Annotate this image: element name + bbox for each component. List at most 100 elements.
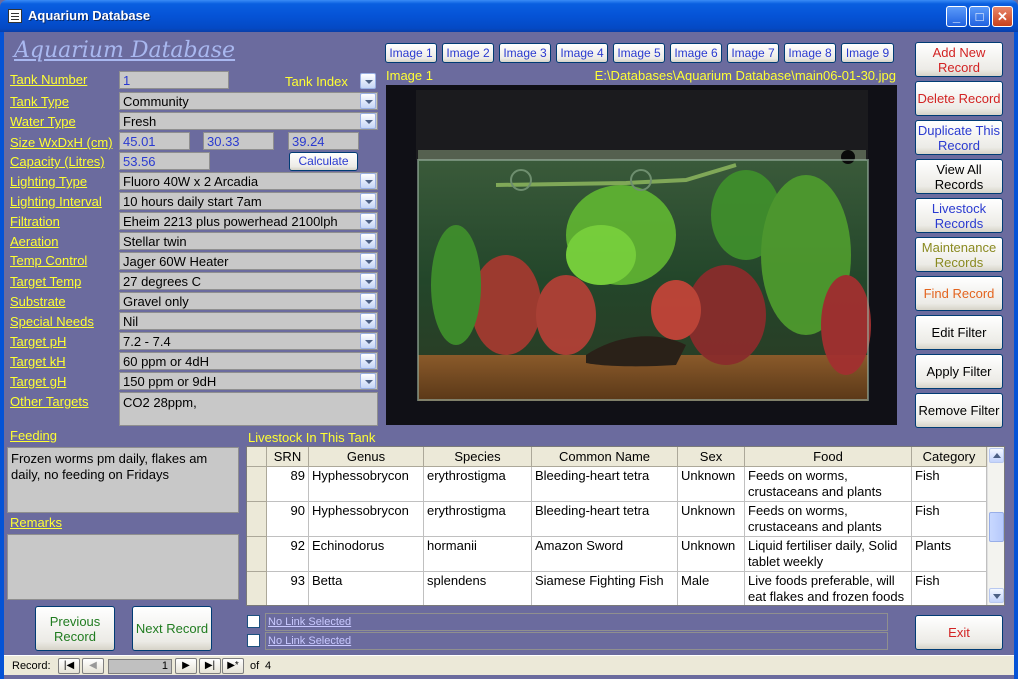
target-gh-combo[interactable]: 150 ppm or 9dH: [119, 372, 378, 390]
last-record-icon[interactable]: ▶|: [199, 658, 221, 674]
aeration-label[interactable]: Aeration: [10, 234, 58, 249]
table-cell-category[interactable]: Fish: [912, 572, 987, 605]
table-cell-common-name[interactable]: Bleeding-heart tetra: [532, 502, 678, 537]
add-new-record-button[interactable]: Add New Record: [915, 42, 1003, 77]
feeding-label[interactable]: Feeding: [10, 428, 57, 443]
table-cell-category[interactable]: Fish: [912, 467, 987, 502]
table-cell-common-name[interactable]: Amazon Sword: [532, 537, 678, 572]
substrate-label[interactable]: Substrate: [10, 294, 66, 309]
table-cell-category[interactable]: Fish: [912, 502, 987, 537]
row-selector[interactable]: [247, 502, 267, 537]
size-label[interactable]: Size WxDxH (cm): [10, 135, 113, 150]
table-cell-food[interactable]: Feeds on worms, crustaceans and plants: [745, 467, 912, 502]
column-header-srn[interactable]: SRN: [267, 447, 309, 467]
tank-type-label[interactable]: Tank Type: [10, 94, 69, 109]
link-2-field[interactable]: No Link Selected: [265, 632, 888, 650]
table-cell-species[interactable]: splendens: [424, 572, 532, 605]
water-type-label[interactable]: Water Type: [10, 114, 76, 129]
filtration-combo[interactable]: Eheim 2213 plus powerhead 2100lph: [119, 212, 378, 230]
scrollbar-thumb[interactable]: [989, 512, 1004, 542]
temp-control-dropdown-icon[interactable]: [360, 253, 376, 269]
table-cell-species[interactable]: erythrostigma: [424, 502, 532, 537]
table-cell-species[interactable]: erythrostigma: [424, 467, 532, 502]
image-tab-5[interactable]: Image 5: [613, 43, 665, 63]
remarks-field[interactable]: [7, 534, 239, 600]
calculate-button[interactable]: Calculate: [289, 152, 358, 171]
first-record-icon[interactable]: |◀: [58, 658, 80, 674]
table-cell-srn[interactable]: 93: [267, 572, 309, 605]
lighting-type-dropdown-icon[interactable]: [360, 173, 376, 189]
lighting-type-label[interactable]: Lighting Type: [10, 174, 87, 189]
previous-record-icon[interactable]: ◀: [82, 658, 104, 674]
target-gh-dropdown-icon[interactable]: [360, 373, 376, 389]
tank-type-dropdown-icon[interactable]: [360, 93, 376, 109]
image-tab-3[interactable]: Image 3: [499, 43, 551, 63]
maximize-button[interactable]: □: [969, 6, 990, 27]
target-kh-combo[interactable]: 60 ppm or 4dH: [119, 352, 378, 370]
capacity-label[interactable]: Capacity (Litres): [10, 154, 105, 169]
table-cell-genus[interactable]: Echinodorus: [309, 537, 424, 572]
new-record-icon[interactable]: ▶*: [222, 658, 244, 674]
find-record-button[interactable]: Find Record: [915, 276, 1003, 311]
table-cell-sex[interactable]: Unknown: [678, 537, 745, 572]
size-width-field[interactable]: 45.01: [119, 132, 190, 150]
maintenance-records-button[interactable]: Maintenance Records: [915, 237, 1003, 272]
delete-record-button[interactable]: Delete Record: [915, 81, 1003, 116]
other-targets-label[interactable]: Other Targets: [10, 394, 89, 409]
target-kh-dropdown-icon[interactable]: [360, 353, 376, 369]
table-cell-srn[interactable]: 90: [267, 502, 309, 537]
column-header-genus[interactable]: Genus: [309, 447, 424, 467]
table-cell-food[interactable]: Liquid fertiliser daily, Solid tablet we…: [745, 537, 912, 572]
size-depth-field[interactable]: 30.33: [203, 132, 274, 150]
table-cell-srn[interactable]: 92: [267, 537, 309, 572]
table-cell-genus[interactable]: Betta: [309, 572, 424, 605]
capacity-field[interactable]: 53.56: [119, 152, 210, 170]
image-tab-9[interactable]: Image 9: [841, 43, 894, 63]
scroll-up-arrow-icon[interactable]: [989, 448, 1004, 463]
row-selector[interactable]: [247, 572, 267, 605]
table-cell-genus[interactable]: Hyphessobrycon: [309, 467, 424, 502]
target-temp-dropdown-icon[interactable]: [360, 273, 376, 289]
special-needs-combo[interactable]: Nil: [119, 312, 378, 330]
image-tab-4[interactable]: Image 4: [556, 43, 608, 63]
substrate-dropdown-icon[interactable]: [360, 293, 376, 309]
size-height-field[interactable]: 39.24: [288, 132, 359, 150]
close-button[interactable]: ✕: [992, 6, 1013, 27]
other-targets-field[interactable]: CO2 28ppm,: [119, 392, 378, 426]
remove-filter-button[interactable]: Remove Filter: [915, 393, 1003, 428]
water-type-combo[interactable]: Fresh: [119, 112, 378, 130]
table-cell-srn[interactable]: 89: [267, 467, 309, 502]
tank-number-label[interactable]: Tank Number: [10, 72, 87, 87]
column-header-common-name[interactable]: Common Name: [532, 447, 678, 467]
target-ph-label[interactable]: Target pH: [10, 334, 66, 349]
next-record-icon[interactable]: ▶: [175, 658, 197, 674]
livestock-table[interactable]: SRN Genus Species Common Name Sex Food C…: [246, 446, 1005, 606]
scroll-down-arrow-icon[interactable]: [989, 588, 1004, 603]
target-gh-label[interactable]: Target gH: [10, 374, 66, 389]
image-tab-8[interactable]: Image 8: [784, 43, 836, 63]
lighting-interval-dropdown-icon[interactable]: [360, 193, 376, 209]
table-cell-sex[interactable]: Unknown: [678, 502, 745, 537]
image-tab-7[interactable]: Image 7: [727, 43, 779, 63]
column-header-sex[interactable]: Sex: [678, 447, 745, 467]
target-ph-combo[interactable]: 7.2 - 7.4: [119, 332, 378, 350]
aeration-combo[interactable]: Stellar twin: [119, 232, 378, 250]
table-cell-sex[interactable]: Male: [678, 572, 745, 605]
column-header-food[interactable]: Food: [745, 447, 912, 467]
tank-index-dropdown-icon[interactable]: [360, 73, 376, 89]
target-kh-label[interactable]: Target kH: [10, 354, 66, 369]
table-cell-common-name[interactable]: Bleeding-heart tetra: [532, 467, 678, 502]
table-vertical-scrollbar[interactable]: [987, 447, 1004, 605]
filtration-label[interactable]: Filtration: [10, 214, 60, 229]
current-record-field[interactable]: 1: [108, 659, 172, 674]
table-cell-species[interactable]: hormanii: [424, 537, 532, 572]
table-cell-common-name[interactable]: Siamese Fighting Fish: [532, 572, 678, 605]
image-tab-2[interactable]: Image 2: [442, 43, 494, 63]
temp-control-label[interactable]: Temp Control: [10, 253, 87, 268]
target-temp-label[interactable]: Target Temp: [10, 274, 81, 289]
lighting-interval-combo[interactable]: 10 hours daily start 7am: [119, 192, 378, 210]
lighting-type-combo[interactable]: Fluoro 40W x 2 Arcadia: [119, 172, 378, 190]
table-cell-food[interactable]: Feeds on worms, crustaceans and plants: [745, 502, 912, 537]
edit-filter-button[interactable]: Edit Filter: [915, 315, 1003, 350]
tank-number-field[interactable]: 1: [119, 71, 229, 89]
